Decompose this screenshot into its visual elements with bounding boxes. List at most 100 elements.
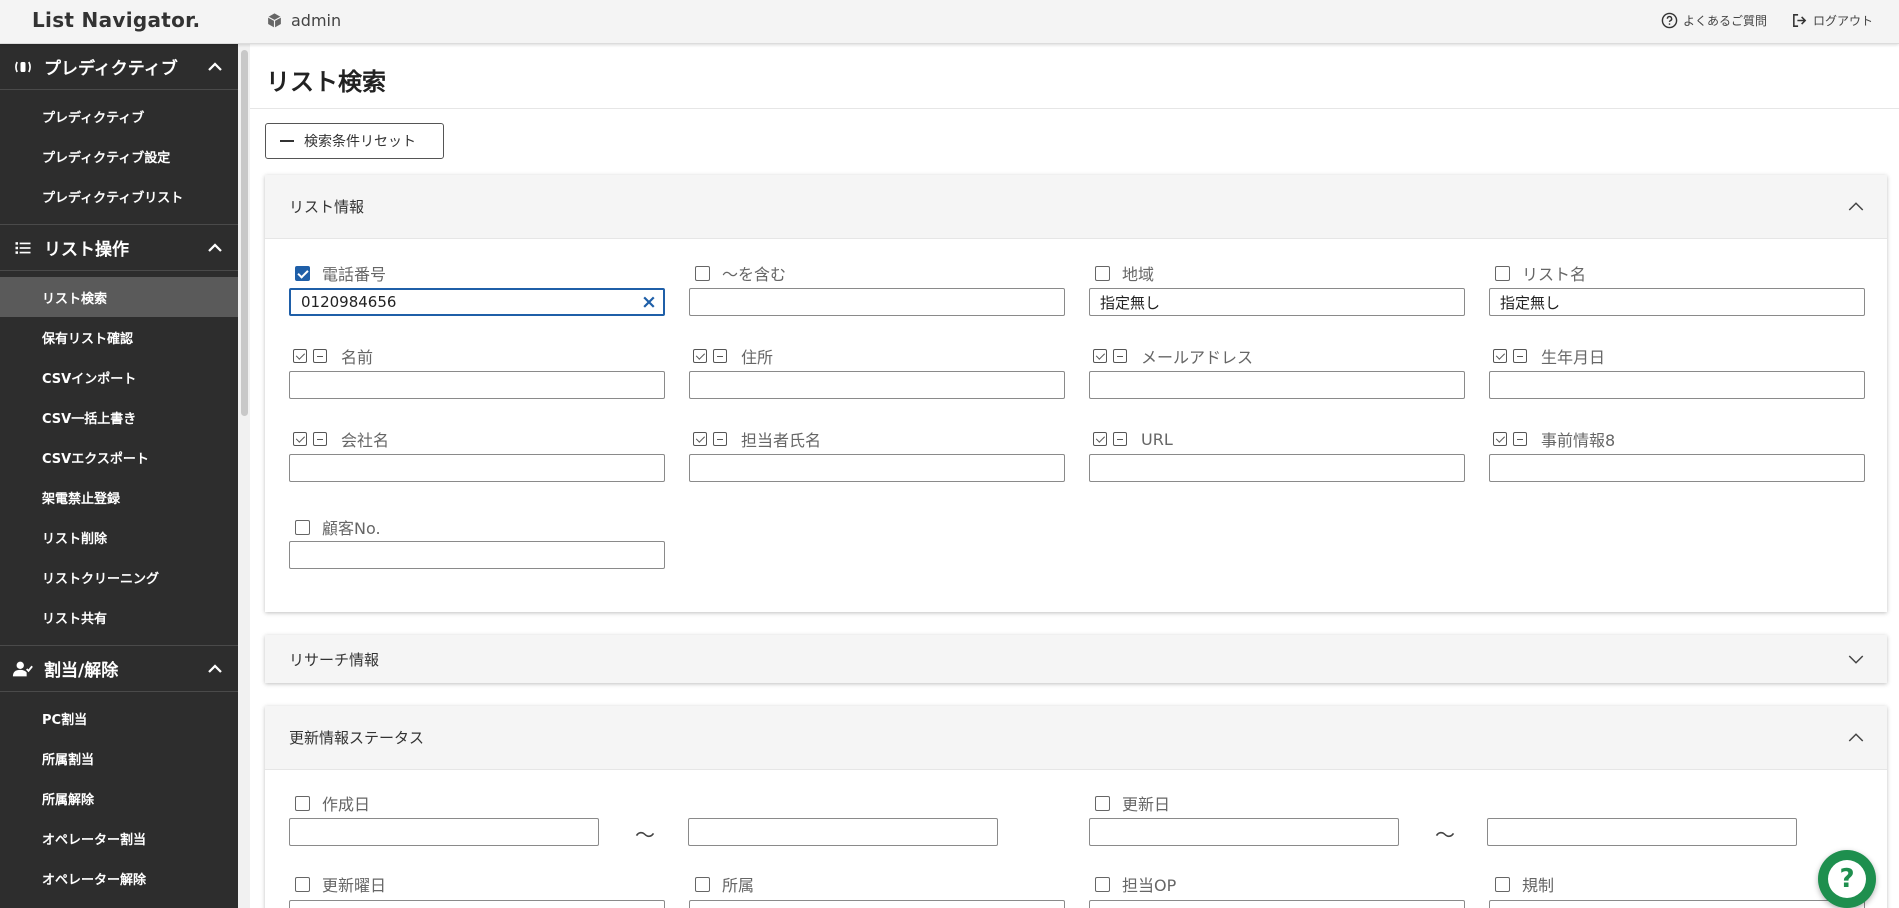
sidebar-item-list-cleaning[interactable]: リストクリーニング bbox=[0, 557, 238, 597]
include-toggle[interactable] bbox=[1093, 349, 1107, 363]
customer-no-input[interactable] bbox=[289, 541, 665, 569]
sidebar-item-operator-assign[interactable]: オペレーター割当 bbox=[0, 818, 238, 858]
field-label: 所属 bbox=[722, 876, 755, 895]
sidebar-item-owned-list[interactable]: 保有リスト確認 bbox=[0, 317, 238, 357]
field-label: 電話番号 bbox=[322, 265, 387, 284]
created-date-checkbox[interactable] bbox=[295, 795, 310, 811]
region-select[interactable]: 指定無し bbox=[1089, 288, 1465, 316]
phone-ring-icon bbox=[12, 56, 34, 78]
sidebar-item-list-search[interactable]: リスト検索 bbox=[0, 277, 238, 317]
logout-link[interactable]: ログアウト bbox=[1791, 12, 1873, 29]
region-checkbox[interactable] bbox=[1095, 265, 1110, 281]
field-label: 会社名 bbox=[341, 431, 390, 450]
reset-search-button[interactable]: 検索条件リセット bbox=[265, 123, 444, 159]
sidebar-item-csv-export[interactable]: CSVエクスポート bbox=[0, 437, 238, 477]
affiliation-checkbox[interactable] bbox=[695, 876, 710, 892]
sidebar-scrollbar-thumb[interactable] bbox=[241, 50, 248, 416]
field-label: 規制 bbox=[1522, 876, 1555, 895]
exclude-toggle[interactable] bbox=[713, 432, 727, 446]
include-toggle[interactable] bbox=[1493, 432, 1507, 446]
user-check-icon bbox=[12, 658, 34, 680]
exclude-toggle[interactable] bbox=[1513, 432, 1527, 446]
phone-checkbox[interactable] bbox=[295, 265, 310, 281]
sidebar-section-list-ops[interactable]: リスト操作 bbox=[0, 225, 238, 271]
url-field: URL bbox=[1089, 429, 1173, 449]
regulation-select[interactable] bbox=[1489, 900, 1865, 908]
contains-checkbox[interactable] bbox=[695, 265, 710, 281]
regulation-checkbox[interactable] bbox=[1495, 876, 1510, 892]
sidebar-item-list-share[interactable]: リスト共有 bbox=[0, 597, 238, 637]
user-indicator: admin bbox=[266, 11, 341, 30]
include-toggle[interactable] bbox=[293, 349, 307, 363]
sidebar-item-pc-assign[interactable]: PC割当 bbox=[0, 698, 238, 738]
company-input[interactable] bbox=[289, 454, 665, 482]
list-name-field: リスト名 bbox=[1489, 263, 1586, 284]
clear-icon[interactable]: × bbox=[641, 293, 657, 312]
sidebar-item-predictive[interactable]: プレディクティブ bbox=[0, 96, 238, 136]
include-toggle[interactable] bbox=[693, 432, 707, 446]
app-logo[interactable]: List Navigator. bbox=[32, 8, 200, 32]
list-info-header[interactable]: リスト情報 bbox=[265, 175, 1887, 239]
contains-field: ～を含む bbox=[689, 263, 786, 284]
exclude-toggle[interactable] bbox=[313, 432, 327, 446]
sidebar-item-list-delete[interactable]: リスト削除 bbox=[0, 517, 238, 557]
customer-no-field: 顧客No. bbox=[289, 517, 381, 538]
updated-date-from-input[interactable] bbox=[1089, 818, 1399, 846]
phone-input[interactable]: 0120984656 × bbox=[289, 288, 665, 316]
sidebar-item-affiliation-assign[interactable]: 所属割当 bbox=[0, 738, 238, 778]
address-input[interactable] bbox=[689, 371, 1065, 399]
birthday-input[interactable] bbox=[1489, 371, 1865, 399]
created-date-from-input[interactable] bbox=[289, 818, 599, 846]
list-name-select[interactable]: 指定無し bbox=[1489, 288, 1865, 316]
sidebar-item-predictive-settings[interactable]: プレディクティブ設定 bbox=[0, 136, 238, 176]
assigned-op-select[interactable] bbox=[1089, 900, 1465, 908]
field-label: 事前情報8 bbox=[1541, 431, 1616, 450]
exclude-toggle[interactable] bbox=[1113, 349, 1127, 363]
update-status-panel: 更新情報ステータス 作成日 ～ 更新日 ～ 更新曜日 所属 担当OP 規制 bbox=[265, 706, 1887, 908]
sidebar-item-csv-import[interactable]: CSVインポート bbox=[0, 357, 238, 397]
include-toggle[interactable] bbox=[693, 349, 707, 363]
include-toggle[interactable] bbox=[1093, 432, 1107, 446]
chevron-up-icon bbox=[208, 62, 222, 71]
minus-icon bbox=[280, 140, 294, 142]
sidebar-item-predictive-list[interactable]: プレディクティブリスト bbox=[0, 176, 238, 216]
sidebar-item-csv-overwrite[interactable]: CSV一括上書き bbox=[0, 397, 238, 437]
chevron-up-icon bbox=[208, 664, 222, 673]
sidebar-item-affiliation-release[interactable]: 所属解除 bbox=[0, 778, 238, 818]
list-name-checkbox[interactable] bbox=[1495, 265, 1510, 281]
created-date-to-input[interactable] bbox=[688, 818, 998, 846]
exclude-toggle[interactable] bbox=[1113, 432, 1127, 446]
help-button[interactable]: ? bbox=[1818, 850, 1876, 908]
range-separator: ～ bbox=[635, 823, 655, 847]
exclude-toggle[interactable] bbox=[313, 349, 327, 363]
contact-name-input[interactable] bbox=[689, 454, 1065, 482]
sidebar-section-title: 割当/解除 bbox=[44, 661, 119, 681]
sidebar-item-operator-release[interactable]: オペレーター解除 bbox=[0, 858, 238, 898]
contains-input[interactable] bbox=[689, 288, 1065, 316]
exclude-toggle[interactable] bbox=[1513, 349, 1527, 363]
sidebar-item-call-block[interactable]: 架電禁止登録 bbox=[0, 477, 238, 517]
customer-no-checkbox[interactable] bbox=[295, 519, 310, 535]
update-weekday-select[interactable] bbox=[289, 900, 665, 908]
url-input[interactable] bbox=[1089, 454, 1465, 482]
update-status-header[interactable]: 更新情報ステータス bbox=[265, 706, 1887, 770]
prior-info8-input[interactable] bbox=[1489, 454, 1865, 482]
include-toggle[interactable] bbox=[293, 432, 307, 446]
assigned-op-checkbox[interactable] bbox=[1095, 876, 1110, 892]
name-input[interactable] bbox=[289, 371, 665, 399]
affiliation-select[interactable] bbox=[689, 900, 1065, 908]
region-value: 指定無し bbox=[1100, 293, 1161, 312]
page-title: リスト検索 bbox=[266, 68, 386, 96]
updated-date-to-input[interactable] bbox=[1487, 818, 1797, 846]
faq-link[interactable]: よくあるご質問 bbox=[1661, 12, 1767, 29]
sidebar-section-predictive[interactable]: プレディクティブ bbox=[0, 44, 238, 90]
email-input[interactable] bbox=[1089, 371, 1465, 399]
include-toggle[interactable] bbox=[1493, 349, 1507, 363]
exclude-toggle[interactable] bbox=[713, 349, 727, 363]
field-label: 更新日 bbox=[1122, 795, 1171, 814]
updated-date-checkbox[interactable] bbox=[1095, 795, 1110, 811]
range-separator: ～ bbox=[1435, 823, 1455, 847]
sidebar-section-assign[interactable]: 割当/解除 bbox=[0, 646, 238, 692]
research-info-header[interactable]: リサーチ情報 bbox=[265, 635, 1887, 683]
update-weekday-checkbox[interactable] bbox=[295, 876, 310, 892]
